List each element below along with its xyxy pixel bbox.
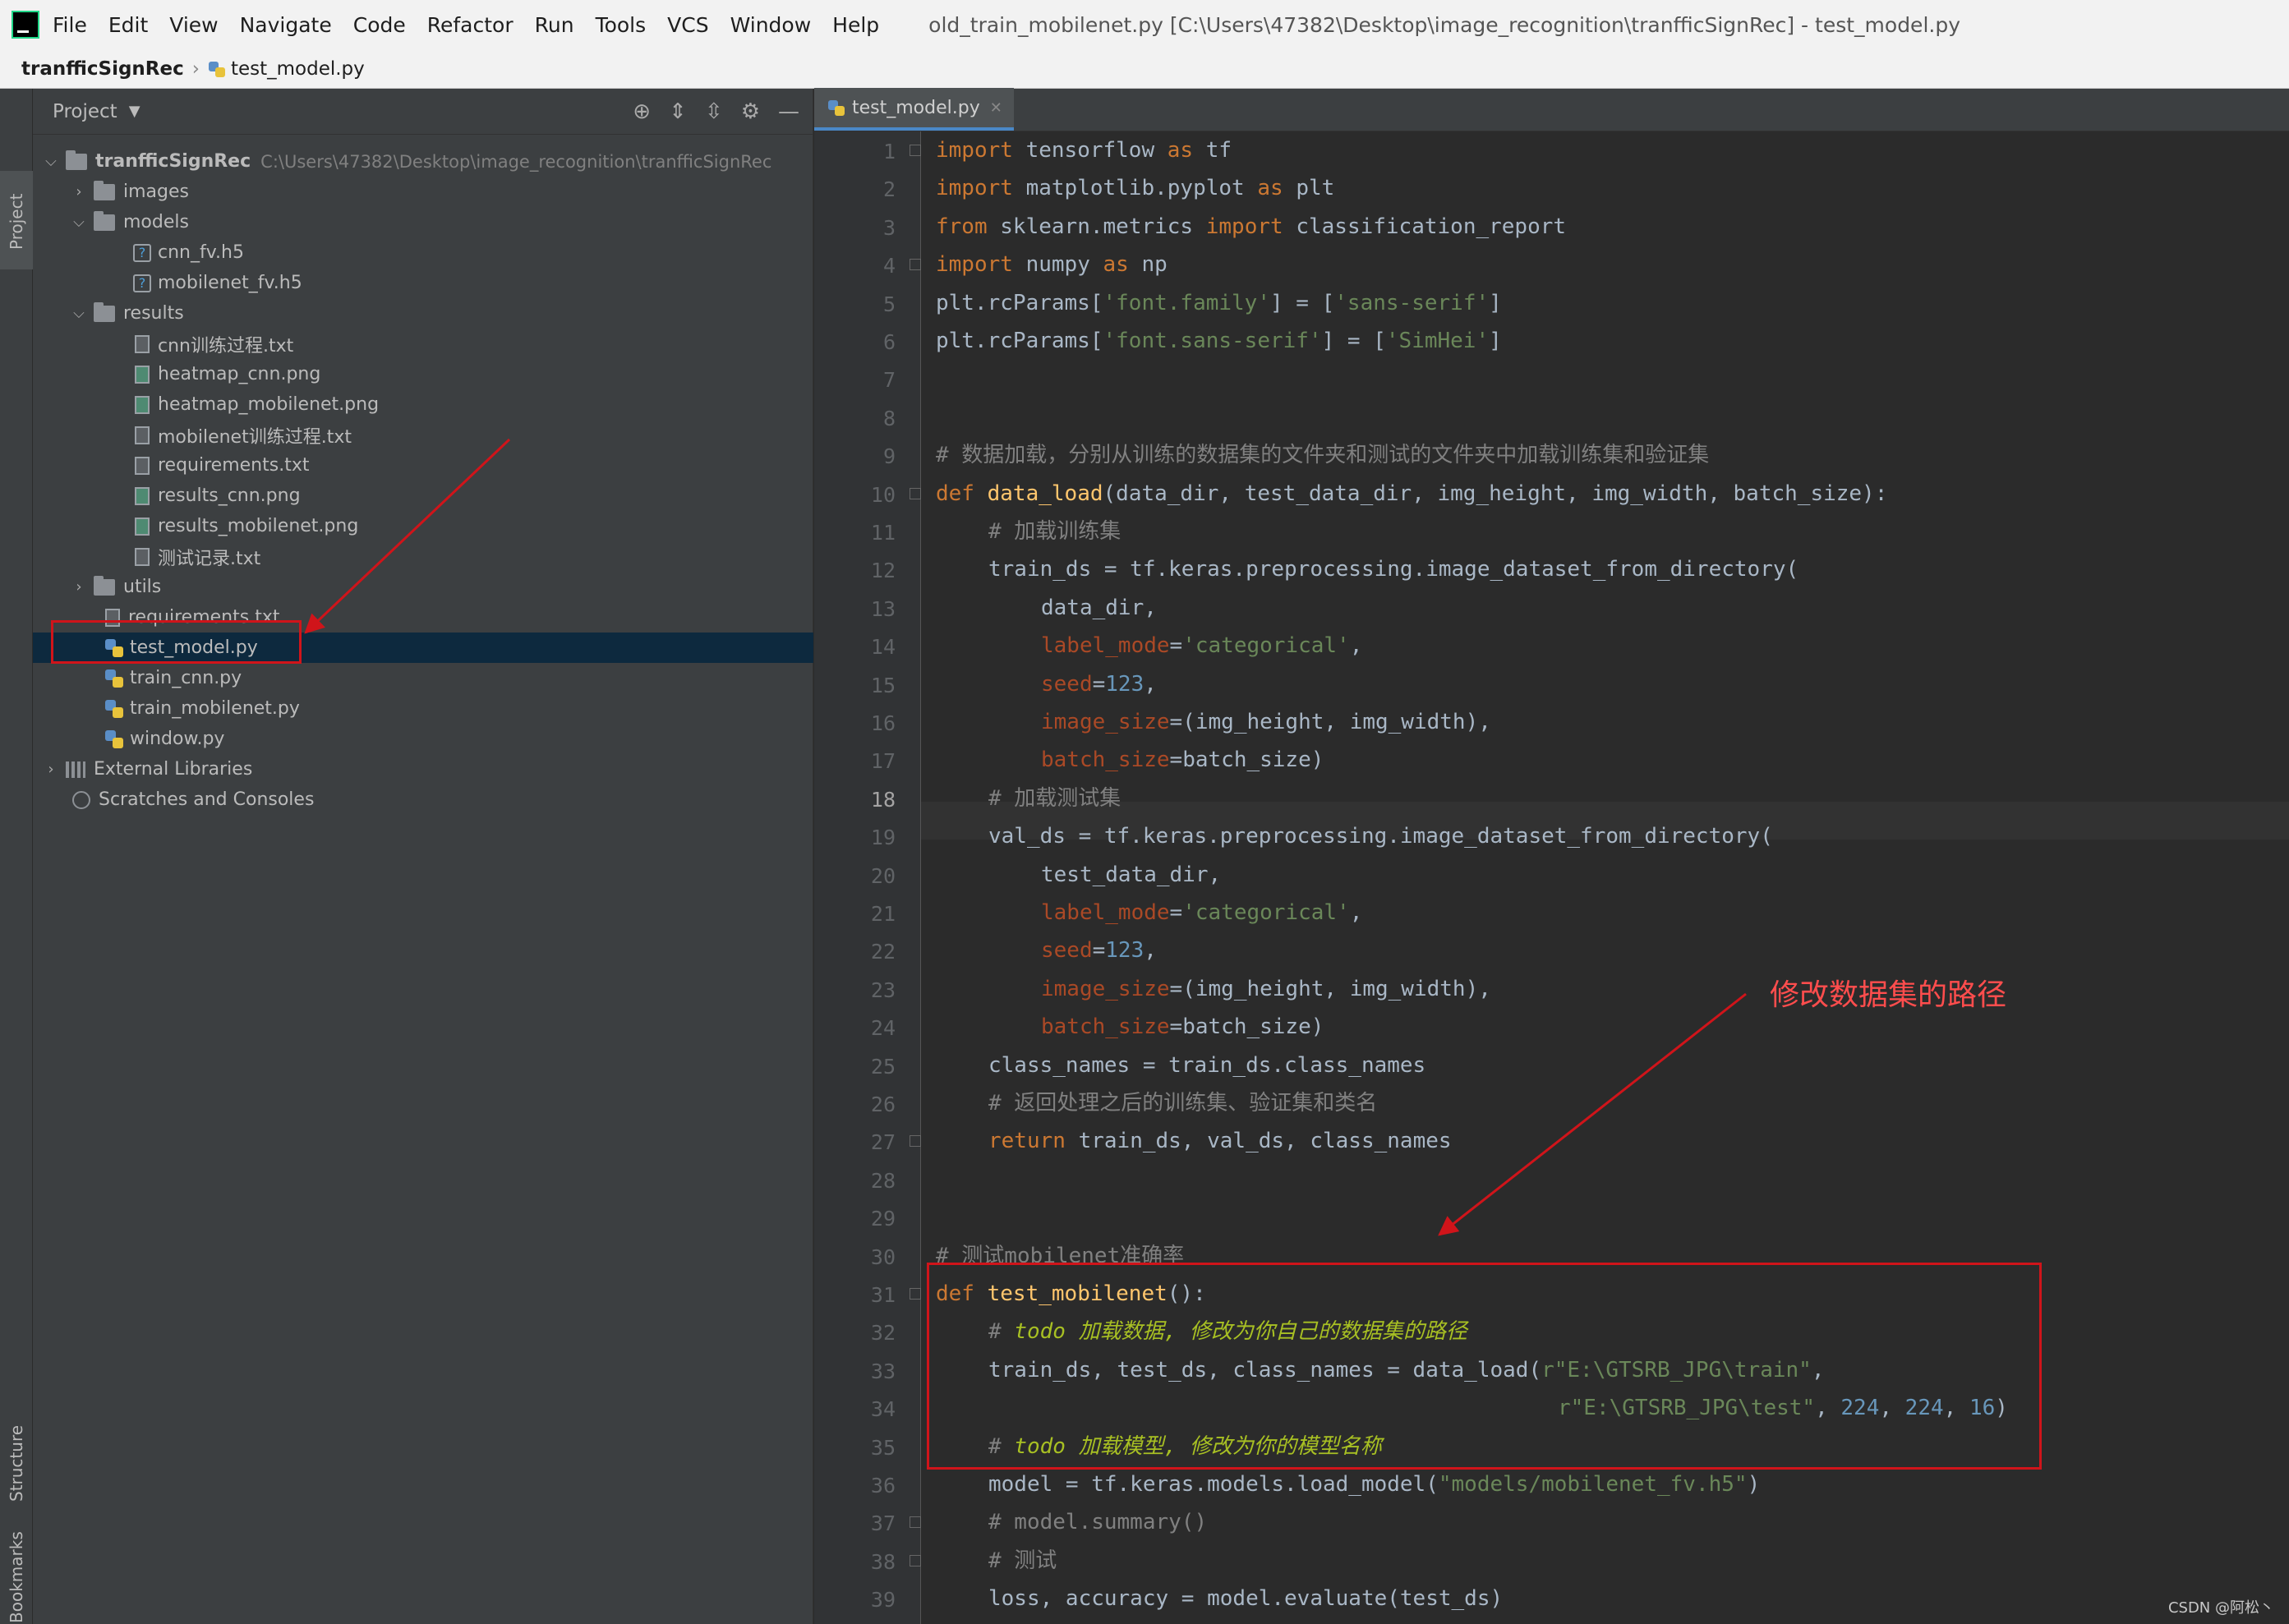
watermark: CSDN @阿松丶 [2167,1599,2274,1617]
ide-window: File Edit View Navigate Code Refactor Ru… [0,0,2289,1624]
annotation-arrows [304,438,1747,1236]
annotation-arrow-tree [304,438,511,634]
annotation-arrow-code [1438,992,1747,1236]
